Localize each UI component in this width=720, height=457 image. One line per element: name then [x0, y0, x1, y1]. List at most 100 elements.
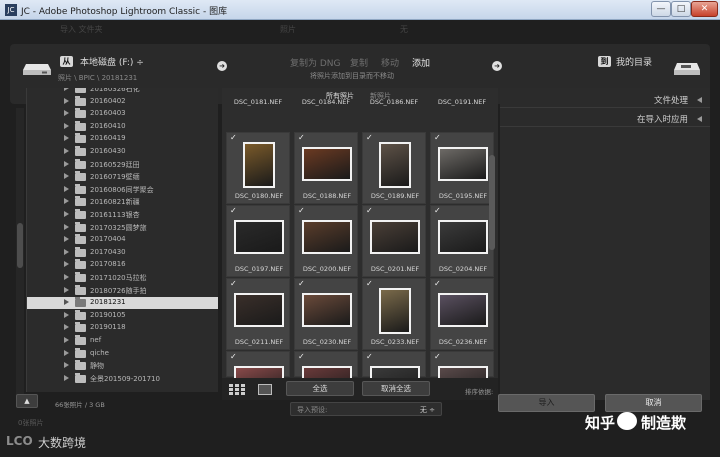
- expand-triangle-icon[interactable]: [64, 286, 69, 293]
- checkbox-checked-icon[interactable]: ✓: [230, 207, 238, 215]
- expand-triangle-icon[interactable]: [64, 88, 69, 91]
- expand-triangle-icon[interactable]: [64, 122, 69, 129]
- tree-item[interactable]: 静物: [27, 360, 218, 372]
- photo-thumbnail[interactable]: [379, 288, 411, 334]
- maximize-button[interactable]: □: [671, 1, 691, 17]
- photo-thumbnail[interactable]: [438, 220, 488, 254]
- photo-cell[interactable]: ✓ DSC_0201.NEF: [362, 205, 426, 277]
- minimize-button[interactable]: —: [651, 1, 671, 17]
- photo-thumbnail[interactable]: [234, 220, 284, 254]
- photo-cell[interactable]: ✓ DSC_0204.NEF: [430, 205, 494, 277]
- expand-triangle-icon[interactable]: [64, 148, 69, 154]
- tree-item[interactable]: 20160402: [27, 95, 218, 108]
- tree-item[interactable]: 20190118: [27, 322, 218, 334]
- expand-triangle-icon[interactable]: [64, 299, 69, 306]
- photo-cell[interactable]: ✓ DSC_0189.NEF: [362, 132, 426, 204]
- photo-cell[interactable]: ✓: [226, 351, 290, 400]
- source-selector[interactable]: 本地磁盘 (F:) ÷: [80, 55, 144, 68]
- photo-thumbnail[interactable]: [370, 220, 420, 254]
- photo-cell[interactable]: ✓ DSC_0230.NEF: [294, 278, 358, 350]
- expand-triangle-icon[interactable]: [64, 97, 69, 104]
- checkbox-checked-icon[interactable]: ✓: [298, 280, 306, 288]
- tree-item[interactable]: 20160419: [27, 133, 218, 145]
- expand-triangle-icon[interactable]: [64, 223, 69, 230]
- photo-thumbnail[interactable]: [302, 293, 352, 327]
- photo-cell[interactable]: ✓: [430, 351, 494, 400]
- tree-item[interactable]: 20180726随手拍: [27, 284, 218, 297]
- close-button[interactable]: ✕: [691, 1, 718, 17]
- tree-item[interactable]: 20171020马拉松: [27, 272, 218, 284]
- photo-cell[interactable]: ✓ DSC_0236.NEF: [430, 278, 494, 350]
- expand-triangle-icon[interactable]: [64, 349, 69, 356]
- expand-triangle-icon[interactable]: [64, 110, 69, 117]
- tree-item[interactable]: 20190105: [27, 309, 218, 322]
- tree-scrollbar[interactable]: [16, 108, 24, 398]
- expand-triangle-icon[interactable]: [64, 311, 69, 318]
- expand-triangle-icon[interactable]: [64, 160, 69, 167]
- photo-thumbnail[interactable]: [302, 220, 352, 254]
- tree-item[interactable]: 20161113银杏: [27, 209, 218, 221]
- tree-item[interactable]: 20180326石化: [27, 88, 218, 95]
- expand-triangle-icon[interactable]: [64, 236, 69, 243]
- tree-item[interactable]: 20170816: [27, 259, 218, 271]
- tree-item[interactable]: 20160529廷田: [27, 158, 218, 171]
- tree-item[interactable]: 20170430: [27, 246, 218, 259]
- tree-item[interactable]: 20160410: [27, 120, 218, 133]
- expand-triangle-icon[interactable]: [64, 374, 69, 381]
- tree-item[interactable]: 20160821新疆: [27, 196, 218, 208]
- photo-cell[interactable]: ✓ DSC_0233.NEF: [362, 278, 426, 350]
- expand-triangle-icon[interactable]: [64, 324, 69, 331]
- checkbox-checked-icon[interactable]: ✓: [366, 134, 374, 142]
- tree-item[interactable]: 20160430: [27, 146, 218, 158]
- checkbox-checked-icon[interactable]: ✓: [366, 353, 374, 361]
- cancel-button[interactable]: 取消: [605, 394, 702, 412]
- checkbox-checked-icon[interactable]: ✓: [434, 134, 442, 142]
- checkbox-checked-icon[interactable]: ✓: [434, 353, 442, 361]
- photo-cell[interactable]: ✓ DSC_0195.NEF: [430, 132, 494, 204]
- photo-cell[interactable]: ✓ DSC_0197.NEF: [226, 205, 290, 277]
- tree-item[interactable]: 20160806同学聚会: [27, 183, 218, 196]
- tree-item[interactable]: 20160403: [27, 108, 218, 120]
- expand-triangle-icon[interactable]: [64, 337, 69, 343]
- checkbox-checked-icon[interactable]: ✓: [366, 207, 374, 215]
- mode-move[interactable]: 移动: [381, 56, 399, 69]
- tree-scroll-thumb[interactable]: [17, 223, 23, 268]
- tree-item[interactable]: 20170325圆梦旅: [27, 221, 218, 234]
- tree-item[interactable]: 全景201509-201710: [27, 372, 218, 385]
- tree-item[interactable]: qiche: [27, 347, 218, 360]
- checkbox-checked-icon[interactable]: ✓: [366, 280, 374, 288]
- expand-triangle-icon[interactable]: [64, 211, 69, 217]
- photo-thumbnail[interactable]: [234, 293, 284, 327]
- photo-cell[interactable]: ✓: [362, 351, 426, 400]
- photo-cell[interactable]: ✓ DSC_0188.NEF: [294, 132, 358, 204]
- expand-triangle-icon[interactable]: [64, 198, 69, 205]
- checkbox-checked-icon[interactable]: ✓: [434, 207, 442, 215]
- photo-cell[interactable]: ✓ DSC_0200.NEF: [294, 205, 358, 277]
- photo-cell[interactable]: ✓ DSC_0180.NEF: [226, 132, 290, 204]
- checkbox-checked-icon[interactable]: ✓: [298, 207, 306, 215]
- photo-thumbnail[interactable]: [302, 147, 352, 181]
- checkbox-checked-icon[interactable]: ✓: [298, 353, 306, 361]
- photo-thumbnail[interactable]: [438, 147, 488, 181]
- apply-during-import-section[interactable]: 在导入时应用: [500, 109, 710, 127]
- grid-scrollbar[interactable]: [489, 155, 495, 250]
- photo-cell[interactable]: ✓ DSC_0211.NEF: [226, 278, 290, 350]
- photo-thumbnail[interactable]: [379, 142, 411, 188]
- mode-copy[interactable]: 复制: [350, 56, 368, 69]
- photo-thumbnail[interactable]: [438, 293, 488, 327]
- expand-triangle-icon[interactable]: [64, 248, 69, 255]
- photo-cell[interactable]: ✓: [294, 351, 358, 400]
- expand-triangle-icon[interactable]: [64, 135, 69, 142]
- import-preset-select[interactable]: 导入预设: 无 ÷: [290, 402, 442, 416]
- tree-item[interactable]: nef: [27, 335, 218, 347]
- collapse-up-button[interactable]: ▲: [16, 394, 38, 408]
- expand-triangle-icon[interactable]: [64, 173, 69, 180]
- checkbox-checked-icon[interactable]: ✓: [298, 134, 306, 142]
- expand-triangle-icon[interactable]: [64, 185, 69, 192]
- tree-item[interactable]: 20170404: [27, 234, 218, 246]
- import-button[interactable]: 导入: [498, 394, 595, 412]
- checkbox-checked-icon[interactable]: ✓: [230, 134, 238, 142]
- mode-add[interactable]: 添加: [412, 56, 430, 69]
- mode-copy-dng[interactable]: 复制为 DNG: [290, 56, 341, 69]
- expand-triangle-icon[interactable]: [64, 261, 69, 268]
